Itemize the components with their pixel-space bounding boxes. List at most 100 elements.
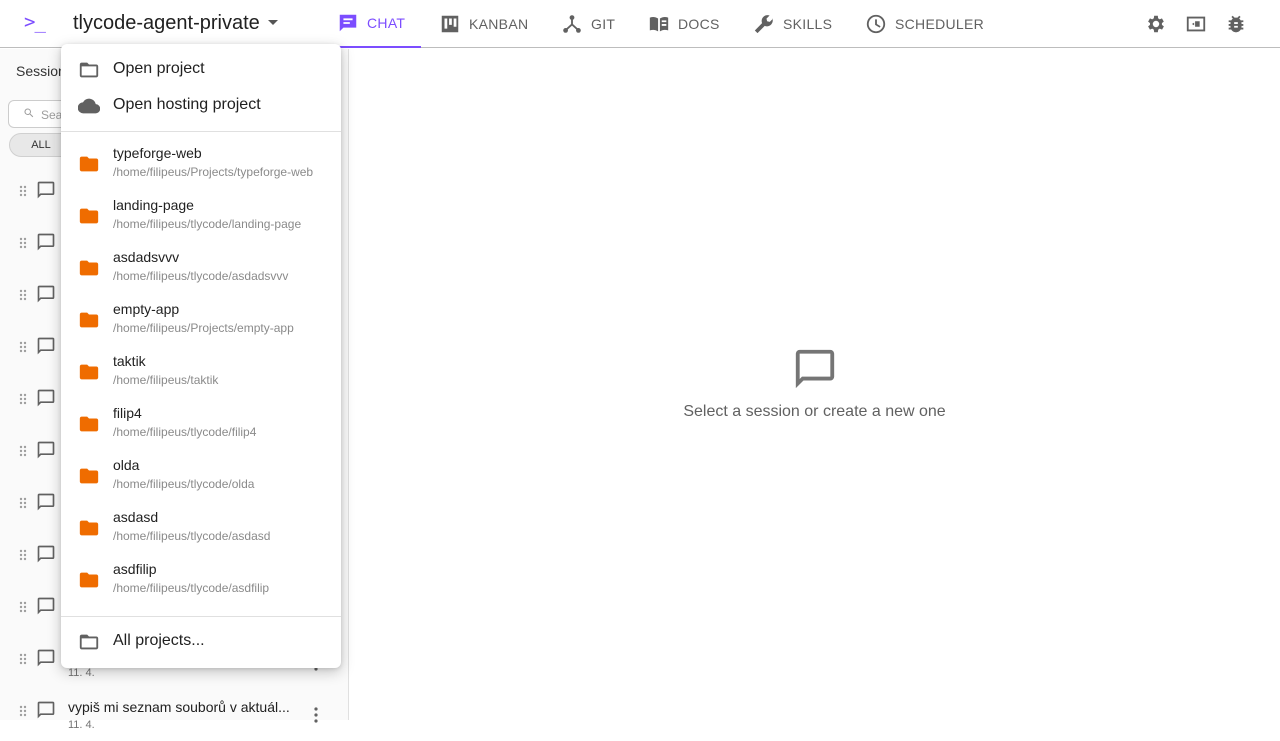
project-path: /home/filipeus/tlycode/filip4 bbox=[113, 425, 257, 439]
chat-bubble-icon bbox=[37, 337, 55, 355]
project-dropdown-caret-icon[interactable] bbox=[268, 20, 278, 25]
project-path: /home/filipeus/tlycode/asdasd bbox=[113, 529, 271, 543]
folder-icon bbox=[79, 364, 99, 380]
project-path: /home/filipeus/tlycode/landing-page bbox=[113, 217, 302, 231]
open-hosting-project-label: Open hosting project bbox=[113, 96, 261, 113]
folder-icon bbox=[79, 468, 99, 484]
session-date: 11. 4. bbox=[68, 719, 95, 731]
top-bar: >_ tlycode-agent-private CHAT KANBAN GIT… bbox=[0, 0, 1280, 48]
project-name: filip4 bbox=[113, 405, 142, 421]
all-projects-label: All projects... bbox=[113, 632, 205, 649]
bug-icon bbox=[1228, 15, 1244, 33]
tab-docs-label: DOCS bbox=[678, 16, 720, 32]
chat-bubble-icon bbox=[37, 233, 55, 251]
project-menu: Open project Open hosting project typefo… bbox=[61, 44, 341, 668]
project-item[interactable]: taktik/home/filipeus/taktik bbox=[61, 348, 341, 400]
chat-bubble-icon bbox=[37, 441, 55, 459]
chat-bubble-icon bbox=[795, 349, 835, 389]
folder-icon bbox=[79, 156, 99, 172]
drag-handle-icon[interactable] bbox=[19, 705, 27, 717]
session-list-item[interactable]: vypiš mi seznam souborů v aktuál... 11. 4… bbox=[0, 689, 348, 741]
folder-icon bbox=[79, 312, 99, 328]
project-name: typeforge-web bbox=[113, 145, 202, 161]
open-project-label: Open project bbox=[113, 60, 205, 77]
drag-handle-icon[interactable] bbox=[19, 341, 27, 353]
settings-button[interactable] bbox=[1145, 13, 1167, 35]
tab-scheduler[interactable]: SCHEDULER bbox=[865, 0, 984, 48]
project-title[interactable]: tlycode-agent-private bbox=[73, 12, 260, 35]
open-hosting-project-item[interactable]: Open hosting project bbox=[61, 88, 341, 124]
chat-bubble-icon bbox=[37, 597, 55, 615]
session-title: vypiš mi seznam souborů v aktuál... bbox=[68, 699, 290, 715]
chat-bubble-icon bbox=[37, 181, 55, 199]
tab-chat-label: CHAT bbox=[367, 15, 406, 31]
project-path: /home/filipeus/Projects/empty-app bbox=[113, 321, 294, 335]
project-item[interactable]: empty-app/home/filipeus/Projects/empty-a… bbox=[61, 296, 341, 348]
project-item[interactable]: asdasd/home/filipeus/tlycode/asdasd bbox=[61, 504, 341, 556]
folder-icon bbox=[79, 572, 99, 588]
chat-bubble-icon bbox=[37, 701, 55, 719]
drag-handle-icon[interactable] bbox=[19, 601, 27, 613]
search-icon bbox=[24, 108, 34, 118]
sidebar-title: Session bbox=[16, 63, 66, 79]
drag-handle-icon[interactable] bbox=[19, 289, 27, 301]
project-item[interactable]: typeforge-web/home/filipeus/Projects/typ… bbox=[61, 140, 341, 192]
tab-chat[interactable]: CHAT bbox=[337, 0, 421, 48]
project-item[interactable]: olda/home/filipeus/tlycode/olda bbox=[61, 452, 341, 504]
project-name: taktik bbox=[113, 353, 146, 369]
debug-button[interactable] bbox=[1225, 13, 1247, 35]
menu-divider bbox=[61, 616, 341, 617]
folder-outline-icon bbox=[79, 62, 99, 78]
folder-icon bbox=[79, 520, 99, 536]
more-options-icon[interactable] bbox=[313, 707, 319, 723]
project-path: /home/filipeus/taktik bbox=[113, 373, 219, 387]
session-date: 11. 4. bbox=[68, 667, 95, 679]
tab-docs[interactable]: DOCS bbox=[648, 0, 720, 48]
clock-icon bbox=[866, 14, 886, 34]
drag-handle-icon[interactable] bbox=[19, 393, 27, 405]
project-path: /home/filipeus/Projects/typeforge-web bbox=[113, 165, 314, 179]
tab-kanban[interactable]: KANBAN bbox=[439, 0, 528, 48]
panel-toggle-button[interactable] bbox=[1185, 13, 1207, 35]
project-item[interactable]: asdadsvvv/home/filipeus/tlycode/asdadsvv… bbox=[61, 244, 341, 296]
git-icon bbox=[563, 15, 581, 33]
drag-handle-icon[interactable] bbox=[19, 653, 27, 665]
tab-skills[interactable]: SKILLS bbox=[753, 0, 832, 48]
project-item[interactable]: asdfilip/home/filipeus/tlycode/asdfilip bbox=[61, 556, 341, 608]
kanban-icon bbox=[441, 15, 459, 33]
drag-handle-icon[interactable] bbox=[19, 237, 27, 249]
drag-handle-icon[interactable] bbox=[19, 185, 27, 197]
project-name: landing-page bbox=[113, 197, 194, 213]
project-item[interactable]: landing-page/home/filipeus/tlycode/landi… bbox=[61, 192, 341, 244]
tab-git[interactable]: GIT bbox=[561, 0, 615, 48]
folder-icon bbox=[79, 416, 99, 432]
drag-handle-icon[interactable] bbox=[19, 497, 27, 509]
drag-handle-icon[interactable] bbox=[19, 549, 27, 561]
app-logo[interactable]: >_ bbox=[24, 11, 46, 33]
project-item[interactable]: filip4/home/filipeus/tlycode/filip4 bbox=[61, 400, 341, 452]
chat-bubble-icon bbox=[37, 649, 55, 667]
project-name: asdasd bbox=[113, 509, 159, 525]
tab-git-label: GIT bbox=[591, 16, 616, 32]
panel-toggle-icon bbox=[1186, 16, 1206, 32]
gear-icon bbox=[1148, 15, 1164, 33]
docs-icon bbox=[649, 16, 669, 32]
chat-bubble-icon bbox=[37, 285, 55, 303]
project-name: asdadsvvv bbox=[113, 249, 180, 265]
project-name: olda bbox=[113, 457, 140, 473]
menu-divider bbox=[61, 131, 341, 132]
chat-bubble-icon bbox=[37, 493, 55, 511]
folder-outline-icon bbox=[79, 634, 99, 650]
tab-skills-label: SKILLS bbox=[783, 16, 833, 32]
drag-handle-icon[interactable] bbox=[19, 445, 27, 457]
cloud-icon bbox=[78, 98, 100, 114]
chat-bubble-icon bbox=[37, 389, 55, 407]
empty-state-message: Select a session or create a new one bbox=[683, 403, 946, 420]
open-project-item[interactable]: Open project bbox=[61, 52, 341, 88]
folder-icon bbox=[79, 260, 99, 276]
search-placeholder: Sea bbox=[41, 108, 63, 122]
project-name: empty-app bbox=[113, 301, 180, 317]
all-projects-item[interactable]: All projects... bbox=[61, 624, 341, 660]
project-path: /home/filipeus/tlycode/asdfilip bbox=[113, 581, 270, 595]
chat-bubble-icon bbox=[37, 545, 55, 563]
